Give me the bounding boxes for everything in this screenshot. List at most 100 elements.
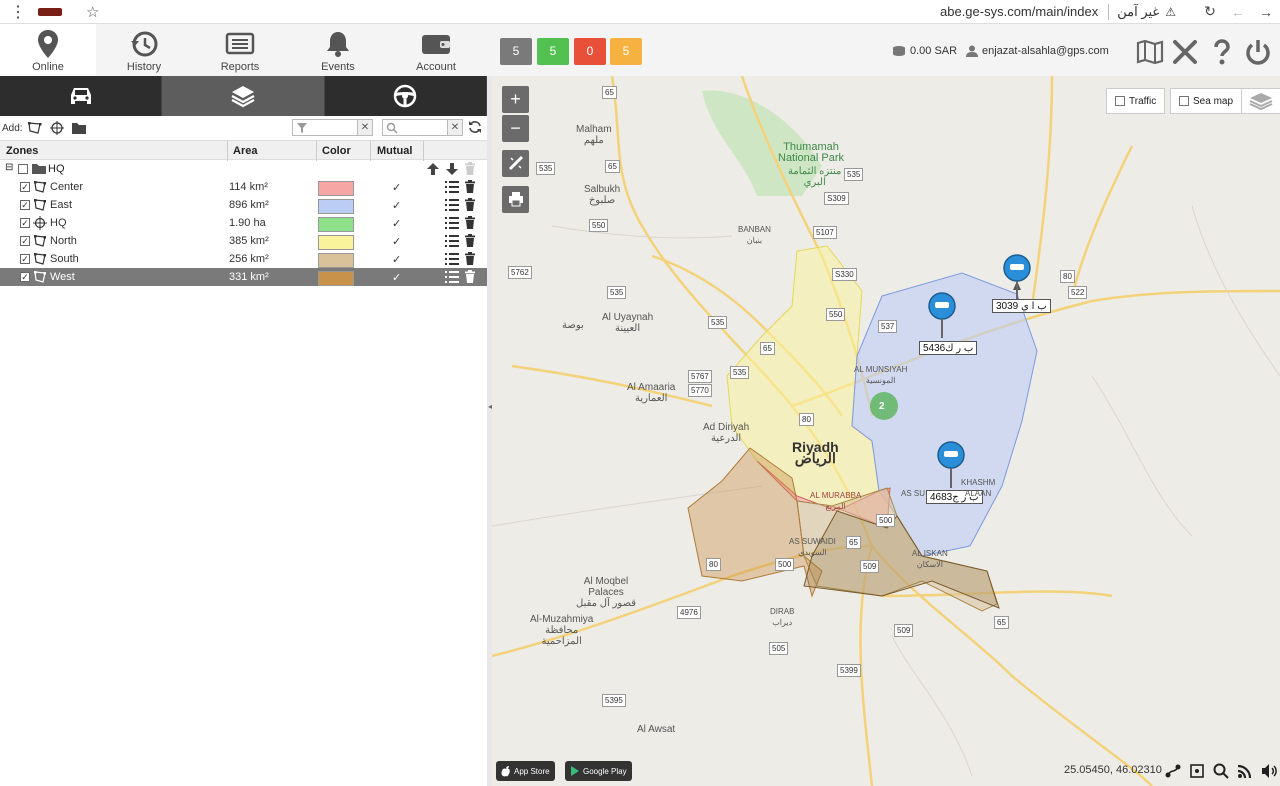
- col-area[interactable]: Area: [233, 145, 257, 157]
- sound-icon[interactable]: [1261, 763, 1277, 779]
- rss-icon[interactable]: [1237, 763, 1253, 779]
- vehicle-plate-label[interactable]: ب ا ي 3039: [992, 299, 1051, 313]
- reload-icon[interactable]: ↻: [1196, 3, 1224, 20]
- list-icon[interactable]: [445, 217, 459, 229]
- status-count-offline[interactable]: 0: [574, 38, 606, 65]
- list-icon[interactable]: [445, 271, 459, 283]
- layers-switcher[interactable]: [1241, 88, 1280, 114]
- zone-color-swatch[interactable]: [318, 235, 354, 250]
- zone-row[interactable]: ✓ HQ 1.90 ha ✓: [0, 214, 487, 232]
- add-polygon-icon[interactable]: [27, 121, 43, 135]
- browser-menu-icon[interactable]: ⋮: [0, 2, 36, 22]
- clear-search-button[interactable]: ✕: [447, 119, 463, 136]
- zone-row[interactable]: ✓ North 385 km² ✓: [0, 232, 487, 250]
- list-icon[interactable]: [445, 253, 459, 265]
- nav-account[interactable]: Account: [388, 24, 484, 76]
- zone-color-swatch[interactable]: [318, 181, 354, 196]
- zone-row[interactable]: ✓ East 896 km² ✓: [0, 196, 487, 214]
- insecure-label[interactable]: غير آمن: [1117, 4, 1159, 20]
- zone-row[interactable]: ✓ Center 114 km² ✓: [0, 178, 487, 196]
- help-icon[interactable]: [1207, 37, 1237, 67]
- move-down-icon[interactable]: [445, 162, 459, 176]
- color-filter-input[interactable]: [292, 119, 358, 136]
- sea-map-layer-toggle[interactable]: Sea map: [1170, 88, 1243, 114]
- zone-checkbox[interactable]: ✓: [20, 218, 30, 228]
- col-color[interactable]: Color: [322, 145, 351, 157]
- trash-icon[interactable]: [464, 180, 476, 193]
- map-canvas[interactable]: [492, 76, 1280, 786]
- zone-checkbox[interactable]: ✓: [20, 236, 30, 246]
- trash-icon[interactable]: [464, 216, 476, 229]
- print-button[interactable]: [502, 186, 529, 213]
- refresh-icon[interactable]: [468, 120, 482, 134]
- zone-color-swatch[interactable]: [318, 271, 354, 286]
- list-icon[interactable]: [445, 199, 459, 211]
- tools-icon[interactable]: [1170, 37, 1200, 67]
- bookmark-star-icon[interactable]: ☆: [86, 3, 99, 21]
- logout-icon[interactable]: [1243, 37, 1273, 67]
- place-label: AL MURABBA المربع: [810, 491, 862, 511]
- zoom-in-button[interactable]: +: [502, 86, 529, 113]
- traffic-checkbox[interactable]: [1115, 96, 1125, 106]
- zone-tool-icon[interactable]: [1189, 763, 1205, 779]
- vehicle-plate-label[interactable]: ب ر ك5436: [919, 341, 978, 355]
- place-label: Al Amaaria العمارية: [627, 382, 676, 404]
- add-circle-icon[interactable]: [49, 121, 65, 135]
- place-label: Al Uyaynah العيينة: [602, 312, 654, 334]
- back-icon[interactable]: →: [1252, 4, 1280, 20]
- trash-icon[interactable]: [464, 198, 476, 211]
- trash-icon[interactable]: [464, 162, 476, 175]
- road-shield: 65: [605, 160, 620, 173]
- forward-icon[interactable]: ←: [1224, 4, 1252, 20]
- zone-checkbox[interactable]: ✓: [20, 182, 30, 192]
- status-count-stopped[interactable]: 5: [500, 38, 532, 65]
- col-zones[interactable]: Zones: [6, 145, 38, 157]
- group-checkbox[interactable]: [18, 164, 28, 174]
- route-icon[interactable]: [1165, 763, 1181, 779]
- tab-objects[interactable]: [0, 76, 163, 116]
- zone-color-swatch[interactable]: [318, 199, 354, 214]
- col-mutual[interactable]: Mutual: [377, 145, 412, 157]
- zone-row[interactable]: ✓ South 256 km² ✓: [0, 250, 487, 268]
- search-map-icon[interactable]: [1213, 763, 1229, 779]
- map-view[interactable]: Riyadh الرياض + − Traffic Sea map 2 ب ا ي…: [492, 76, 1280, 786]
- nav-online[interactable]: Online: [0, 24, 96, 76]
- traffic-layer-toggle[interactable]: Traffic: [1106, 88, 1166, 114]
- zoom-out-button[interactable]: −: [502, 115, 529, 142]
- nav-reports[interactable]: Reports: [192, 24, 288, 76]
- road-shield: 550: [589, 219, 609, 232]
- zone-row[interactable]: ✓ West 331 km² ✓: [0, 268, 487, 286]
- map-icon[interactable]: [1135, 37, 1165, 67]
- zone-checkbox[interactable]: ✓: [20, 272, 30, 282]
- zone-color-swatch[interactable]: [318, 253, 354, 268]
- address-bar-url[interactable]: abe.ge-sys.com/main/index: [940, 4, 1098, 19]
- list-icon[interactable]: [445, 181, 459, 193]
- tab-routes[interactable]: [324, 76, 487, 116]
- place-label: DIRAB ديراب: [770, 607, 795, 627]
- traffic-label: Traffic: [1129, 95, 1157, 107]
- app-store-badge[interactable]: App Store: [496, 761, 555, 781]
- clear-color-filter-button[interactable]: ✕: [357, 119, 373, 136]
- list-icon[interactable]: [445, 235, 459, 247]
- zone-checkbox[interactable]: ✓: [20, 200, 30, 210]
- trash-icon[interactable]: [464, 234, 476, 247]
- zone-checkbox[interactable]: ✓: [20, 254, 30, 264]
- status-count-idle[interactable]: 5: [610, 38, 642, 65]
- status-count-moving[interactable]: 5: [537, 38, 569, 65]
- search-input[interactable]: [382, 119, 448, 136]
- zone-color-swatch[interactable]: [318, 217, 354, 232]
- collapse-toggle[interactable]: ⊟: [5, 162, 13, 173]
- google-play-badge[interactable]: Google Play: [565, 761, 632, 781]
- add-folder-icon[interactable]: [71, 121, 87, 135]
- trash-icon[interactable]: [464, 252, 476, 265]
- tab-zones[interactable]: [162, 76, 325, 116]
- sea-map-checkbox[interactable]: [1179, 96, 1189, 106]
- nav-events[interactable]: Events: [290, 24, 386, 76]
- cluster-count[interactable]: 2: [879, 401, 885, 412]
- user-info[interactable]: enjazat-alsahla@gps.com: [966, 45, 1109, 57]
- move-up-icon[interactable]: [426, 162, 440, 176]
- nav-history[interactable]: History: [96, 24, 192, 76]
- ruler-button[interactable]: [502, 150, 529, 177]
- polygon-icon: [34, 199, 46, 211]
- trash-icon[interactable]: [464, 270, 476, 283]
